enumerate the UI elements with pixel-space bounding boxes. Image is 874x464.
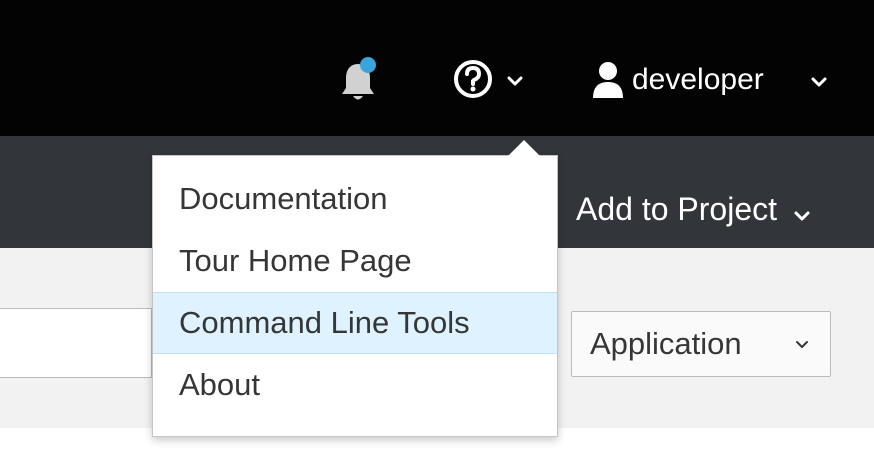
add-to-project-label: Add to Project xyxy=(576,191,777,227)
chevron-down-icon xyxy=(794,211,810,221)
menu-item-documentation[interactable]: Documentation xyxy=(153,168,557,230)
menu-item-about[interactable]: About xyxy=(153,354,557,416)
menu-item-tour-home-page[interactable]: Tour Home Page xyxy=(153,230,557,292)
chevron-down-icon xyxy=(796,341,808,348)
filter-input[interactable] xyxy=(0,308,152,378)
application-select-label: Application xyxy=(590,326,742,361)
username-label: developer xyxy=(632,63,764,96)
dropdown-caret xyxy=(508,140,540,156)
bell-icon[interactable] xyxy=(338,56,378,106)
user-menu-toggle[interactable]: developer xyxy=(592,58,842,102)
question-circle-icon xyxy=(454,60,492,98)
chevron-down-icon xyxy=(507,76,523,86)
add-to-project-button[interactable]: Add to Project xyxy=(576,186,811,232)
application-select[interactable]: Application xyxy=(571,311,831,377)
user-icon xyxy=(593,62,623,98)
menu-item-command-line-tools[interactable]: Command Line Tools xyxy=(153,292,557,354)
chevron-down-icon xyxy=(811,77,827,87)
help-dropdown-menu: Documentation Tour Home Page Command Lin… xyxy=(152,155,558,437)
help-menu-toggle[interactable] xyxy=(452,58,532,102)
